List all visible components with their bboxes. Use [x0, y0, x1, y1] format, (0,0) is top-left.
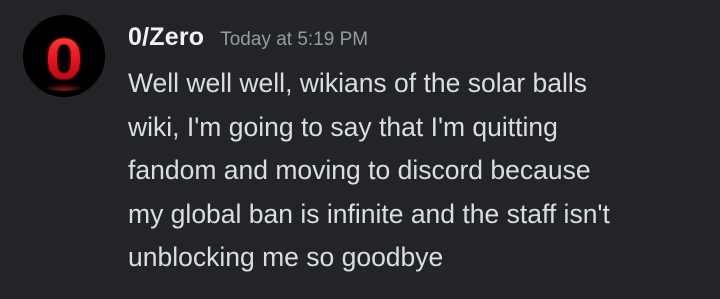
message-line: fandom and moving to discord because — [128, 155, 591, 185]
message-content: Well well well, wikians of the solar bal… — [128, 62, 713, 280]
message-line: my global ban is infinite and the staff … — [128, 198, 610, 229]
message-line: unblocking me so goodbye — [128, 242, 444, 272]
author-username[interactable]: 0/Zero — [128, 23, 204, 52]
avatar-glyph: 0 — [45, 28, 84, 93]
message-line: Well well well, wikians of the solar bal… — [128, 68, 588, 98]
message-header: 0/Zero Today at 5:19 PM — [128, 23, 368, 63]
avatar[interactable]: 0 — [23, 15, 105, 97]
message-line: wiki, I'm going to say that I'm quitting — [128, 111, 558, 142]
chat-message: 0 0/Zero Today at 5:19 PM Well well well… — [0, 0, 720, 299]
message-timestamp[interactable]: Today at 5:19 PM — [220, 29, 368, 51]
red-zero-logo-icon: 0 — [23, 15, 105, 97]
